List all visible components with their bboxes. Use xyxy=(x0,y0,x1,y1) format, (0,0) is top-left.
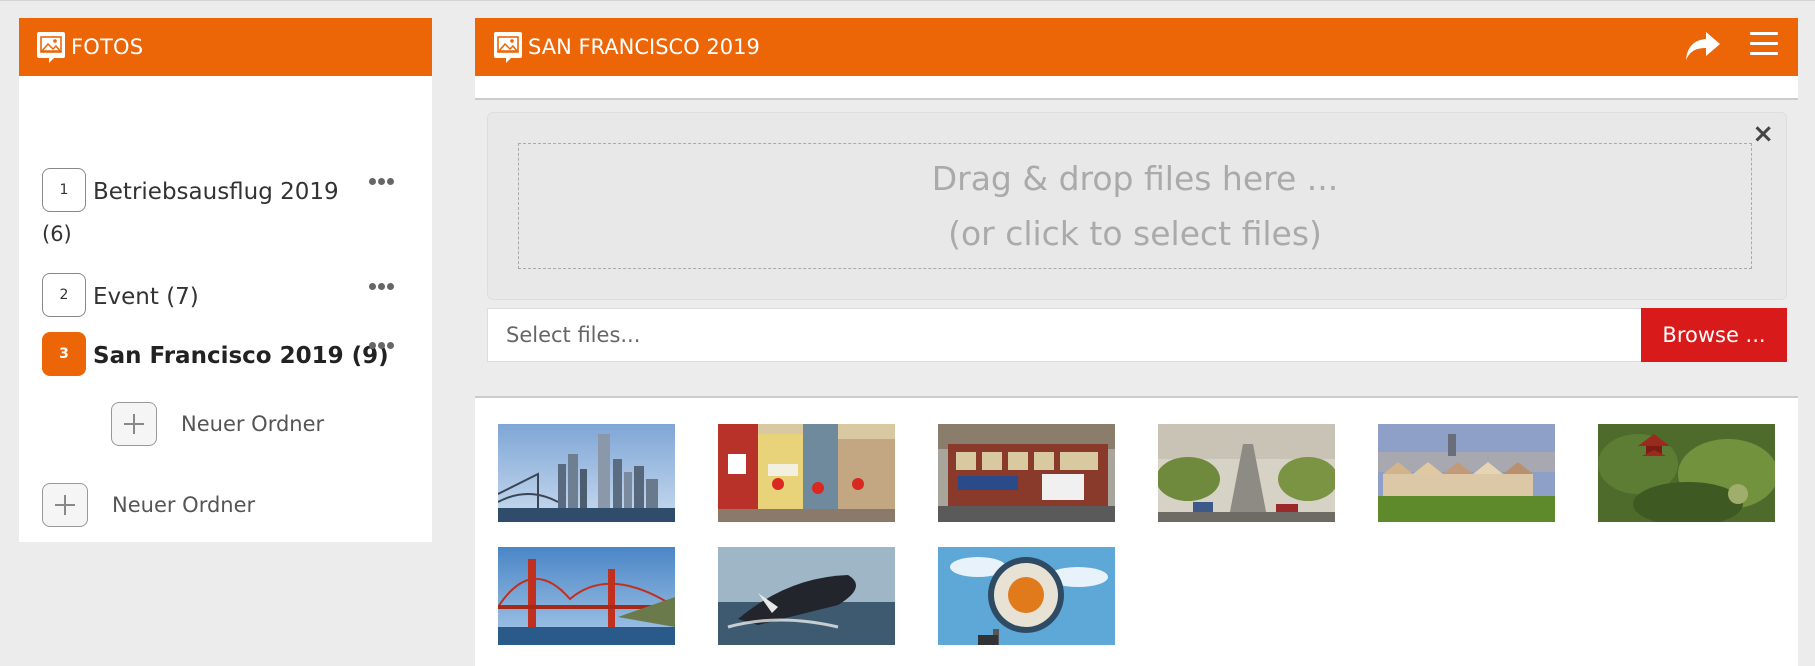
sidebar-title: FOTOS xyxy=(71,35,144,59)
folder-item-event[interactable]: 2 Event (7) xyxy=(42,273,412,321)
folder-item-san-francisco[interactable]: 3 San Francisco 2019 (9) xyxy=(42,332,412,380)
add-folder-label: Neuer Ordner xyxy=(112,493,256,517)
drop-zone[interactable]: Drag & drop files here ... (or click to … xyxy=(518,143,1752,269)
browse-button[interactable]: Browse ... xyxy=(1641,308,1787,362)
hamburger-menu-icon[interactable] xyxy=(1750,32,1778,62)
upload-section: × Drag & drop files here ... (or click t… xyxy=(475,98,1798,398)
folder-label[interactable]: Event (7) xyxy=(93,284,199,310)
folder-label[interactable]: Betriebsausflug 2019 xyxy=(93,179,339,205)
plus-icon xyxy=(42,483,88,527)
more-options-icon[interactable] xyxy=(369,283,394,290)
more-options-icon[interactable] xyxy=(369,178,394,185)
photo-thumbnail-chinatown[interactable] xyxy=(718,424,895,522)
close-icon[interactable]: × xyxy=(1752,119,1774,149)
plus-icon xyxy=(111,402,157,446)
photo-thumbnail-fishermans-wharf-sign[interactable] xyxy=(938,547,1115,645)
photo-album-icon xyxy=(36,30,67,64)
photo-thumbnail-japanese-tea-garden[interactable] xyxy=(1598,424,1775,522)
share-icon[interactable] xyxy=(1684,30,1722,67)
sidebar-header: FOTOS xyxy=(19,18,432,76)
add-subfolder-label: Neuer Ordner xyxy=(181,412,325,436)
photo-thumbnail-cable-car[interactable] xyxy=(938,424,1115,522)
album-panel: SAN FRANCISCO 2019 × Drag & drop files h… xyxy=(475,18,1798,666)
photo-thumbnail-golden-gate-bridge[interactable] xyxy=(498,547,675,645)
folder-badge: 1 xyxy=(42,168,86,212)
folder-sidebar: FOTOS 1 Betriebsausflug 2019 (6) 2 Event… xyxy=(19,18,432,542)
folder-badge: 2 xyxy=(42,273,86,317)
photo-thumbnail-whale[interactable] xyxy=(718,547,895,645)
add-subfolder-button[interactable]: Neuer Ordner xyxy=(111,402,324,446)
top-divider xyxy=(0,0,1815,1)
photo-thumbnail-steep-street[interactable] xyxy=(1158,424,1335,522)
photo-thumbnail-skyline[interactable] xyxy=(498,424,675,522)
more-options-icon[interactable] xyxy=(369,342,394,349)
file-input-row: Browse ... xyxy=(487,308,1787,362)
drop-text-line1: Drag & drop files here ... xyxy=(931,159,1339,198)
drop-text-line2: (or click to select files) xyxy=(948,214,1322,253)
album-title: SAN FRANCISCO 2019 xyxy=(528,35,760,59)
folder-label-active[interactable]: San Francisco 2019 (9) xyxy=(93,343,389,369)
upload-dropbox: × Drag & drop files here ... (or click t… xyxy=(487,112,1787,300)
file-select-input[interactable] xyxy=(487,308,1641,362)
folder-count: (6) xyxy=(42,222,72,246)
add-folder-button[interactable]: Neuer Ordner xyxy=(42,483,255,527)
photo-album-icon xyxy=(493,30,524,64)
folder-item-betriebsausflug[interactable]: 1 Betriebsausflug 2019 (6) xyxy=(42,168,412,248)
photo-thumbnail-painted-ladies[interactable] xyxy=(1378,424,1555,522)
album-header: SAN FRANCISCO 2019 xyxy=(475,18,1798,76)
folder-badge-active: 3 xyxy=(42,332,86,376)
